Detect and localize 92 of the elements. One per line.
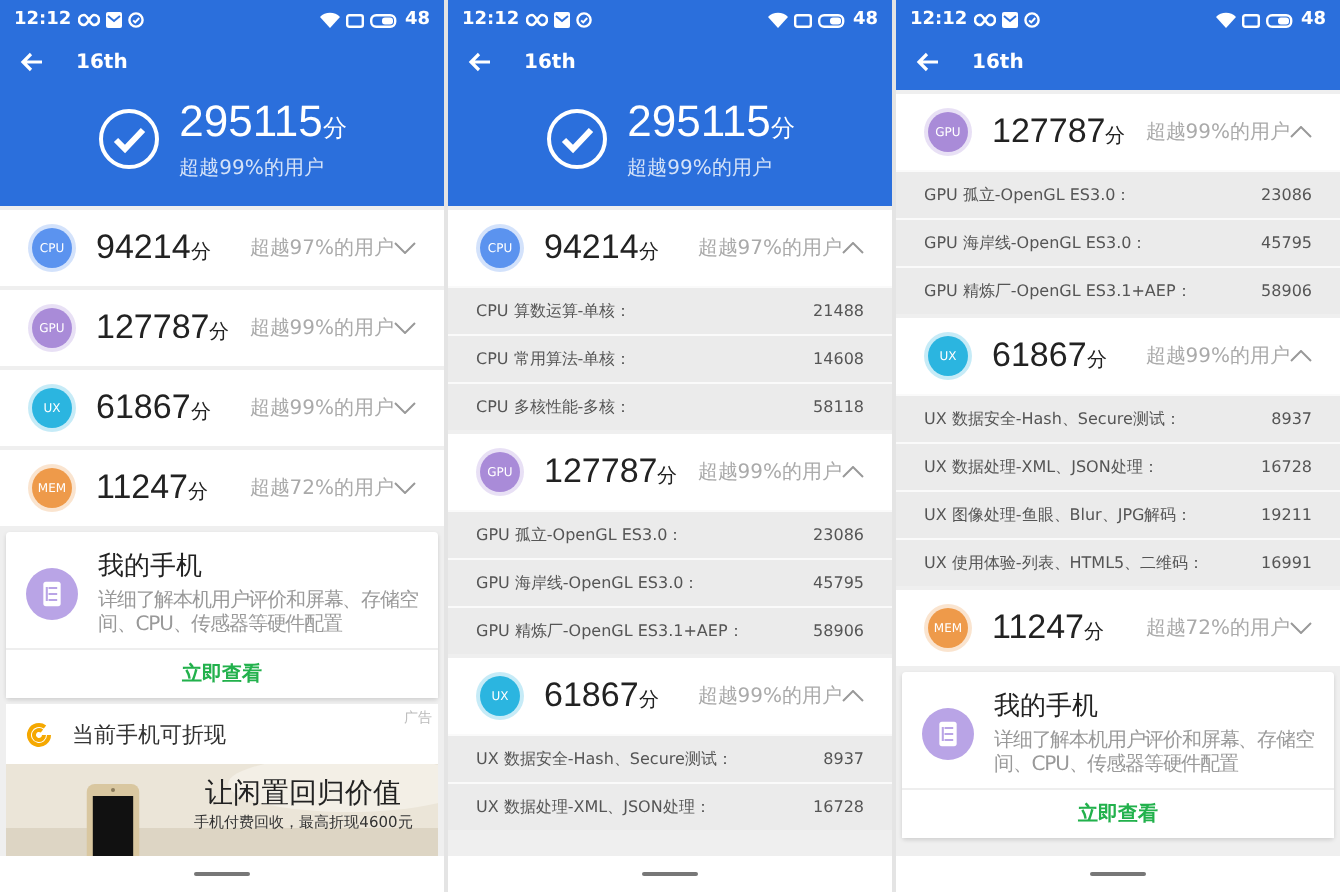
card-description: 详细了解本机用户评价和屏幕、存储空间、CPU、传感器等硬件配置: [994, 730, 1314, 778]
percentile-text: 超越99%的用户: [697, 683, 842, 710]
subscore-label: GPU 精炼厂-OpenGL ES3.1+AEP：: [476, 620, 744, 642]
battery-icon: [1266, 13, 1295, 27]
link-icon: [973, 12, 996, 28]
subscore-label: UX 图像处理-鱼眼、Blur、JPG解码：: [924, 504, 1193, 526]
document-icon: [26, 563, 78, 623]
card-description: 详细了解本机用户评价和屏幕、存储空间、CPU、传感器等硬件配置: [98, 590, 418, 638]
percentile-text: 超越72%的用户: [1145, 615, 1290, 642]
screen-title: 16th: [972, 51, 1024, 73]
total-score: 295115分: [179, 95, 347, 149]
category-score: 61867分: [992, 336, 1109, 376]
category-score: 61867分: [96, 388, 213, 428]
category-score: 61867分: [544, 676, 661, 716]
subscore-label: CPU 多核性能-多核：: [476, 396, 632, 418]
subscore-value: 23086: [1261, 186, 1312, 204]
link-icon: [525, 12, 548, 28]
total-score: 295115分: [627, 95, 795, 149]
battery-icon: [818, 13, 847, 27]
ad-headline: 让闲置回归价值: [205, 776, 402, 812]
subscore-label: UX 数据安全-Hash、Secure测试：: [476, 748, 733, 770]
percentile-text: 超越99%的用户: [1145, 343, 1290, 370]
sim-icon: [794, 13, 813, 27]
screen-title: 16th: [524, 51, 576, 73]
document-icon: [922, 703, 974, 763]
percentile-text: 超越99%的用户: [1145, 119, 1290, 146]
subscore-value: 16728: [813, 798, 864, 816]
percentile-text: 超越99%的用户: [249, 315, 394, 342]
mail-icon: [105, 12, 122, 28]
subscore-value: 16991: [1261, 554, 1312, 572]
subscore-label: GPU 精炼厂-OpenGL ES3.1+AEP：: [924, 280, 1192, 302]
wifi-icon: [1216, 12, 1237, 28]
subscore-value: 16728: [1261, 458, 1312, 476]
subscore-label: UX 使用体验-列表、HTML5、二维码：: [924, 552, 1205, 574]
mail-icon: [1001, 12, 1018, 28]
subscore-label: UX 数据处理-XML、JSON处理：: [924, 456, 1159, 478]
total-percentile: 超越99%的用户: [627, 155, 774, 181]
subscore-value: 23086: [813, 526, 864, 544]
percentile-text: 超越72%的用户: [249, 475, 394, 502]
subscore-label: UX 数据安全-Hash、Secure测试：: [924, 408, 1181, 430]
percentile-text: 超越97%的用户: [697, 235, 842, 262]
category-score: 127787分: [544, 452, 680, 492]
subscore-value: 58118: [813, 398, 864, 416]
subscore-label: GPU 孤立-OpenGL ES3.0：: [476, 524, 684, 546]
card-title: 我的手机: [994, 690, 1100, 724]
wifi-icon: [768, 12, 789, 28]
swirl-icon: [26, 721, 52, 747]
category-score: 94214分: [544, 228, 661, 268]
percentile-text: 超越99%的用户: [249, 395, 394, 422]
battery-level: 48: [852, 10, 878, 30]
battery-level: 48: [404, 10, 430, 30]
subscore-label: GPU 海岸线-OpenGL ES3.0：: [924, 232, 1148, 254]
subscore-value: 21488: [813, 302, 864, 320]
ad-title: 当前手机可折现: [72, 719, 226, 749]
mail-icon: [553, 12, 570, 28]
subscore-value: 45795: [813, 574, 864, 592]
subscore-value: 14608: [813, 350, 864, 368]
screen-title: 16th: [76, 51, 128, 73]
category-score: 94214分: [96, 228, 213, 268]
subscore-label: CPU 常用算法-单核：: [476, 348, 632, 370]
check-circle-icon: [545, 107, 608, 169]
percentile-text: 超越97%的用户: [249, 235, 394, 262]
sim-icon: [346, 13, 365, 27]
link-icon: [77, 12, 100, 28]
total-percentile: 超越99%的用户: [179, 155, 326, 181]
subscore-value: 58906: [813, 622, 864, 640]
category-score: 127787分: [992, 112, 1128, 152]
back-icon[interactable]: [916, 52, 940, 72]
battery-icon: [370, 13, 399, 27]
subscore-label: CPU 算数运算-单核：: [476, 300, 632, 322]
back-icon[interactable]: [20, 52, 44, 72]
sim-icon: [1242, 13, 1261, 27]
category-score: 127787分: [96, 308, 232, 348]
subscore-value: 19211: [1261, 506, 1312, 524]
card-title: 我的手机: [98, 550, 204, 584]
percentile-text: 超越99%的用户: [697, 459, 842, 486]
status-time: 12:12: [462, 10, 520, 30]
status-time: 12:12: [910, 10, 968, 30]
wifi-icon: [320, 12, 341, 28]
category-score: 11247分: [96, 468, 211, 508]
check-circle-icon: [97, 107, 160, 169]
subscore-label: UX 数据处理-XML、JSON处理：: [476, 796, 711, 818]
back-icon[interactable]: [468, 52, 492, 72]
subscore-value: 45795: [1261, 234, 1312, 252]
subscore-value: 8937: [1271, 410, 1312, 428]
subscore-label: GPU 海岸线-OpenGL ES3.0：: [476, 572, 700, 594]
subscore-value: 58906: [1261, 282, 1312, 300]
status-time: 12:12: [14, 10, 72, 30]
category-score: 11247分: [992, 608, 1107, 648]
subscore-value: 8937: [823, 750, 864, 768]
subscore-label: GPU 孤立-OpenGL ES3.0：: [924, 184, 1132, 206]
battery-level: 48: [1300, 10, 1326, 30]
